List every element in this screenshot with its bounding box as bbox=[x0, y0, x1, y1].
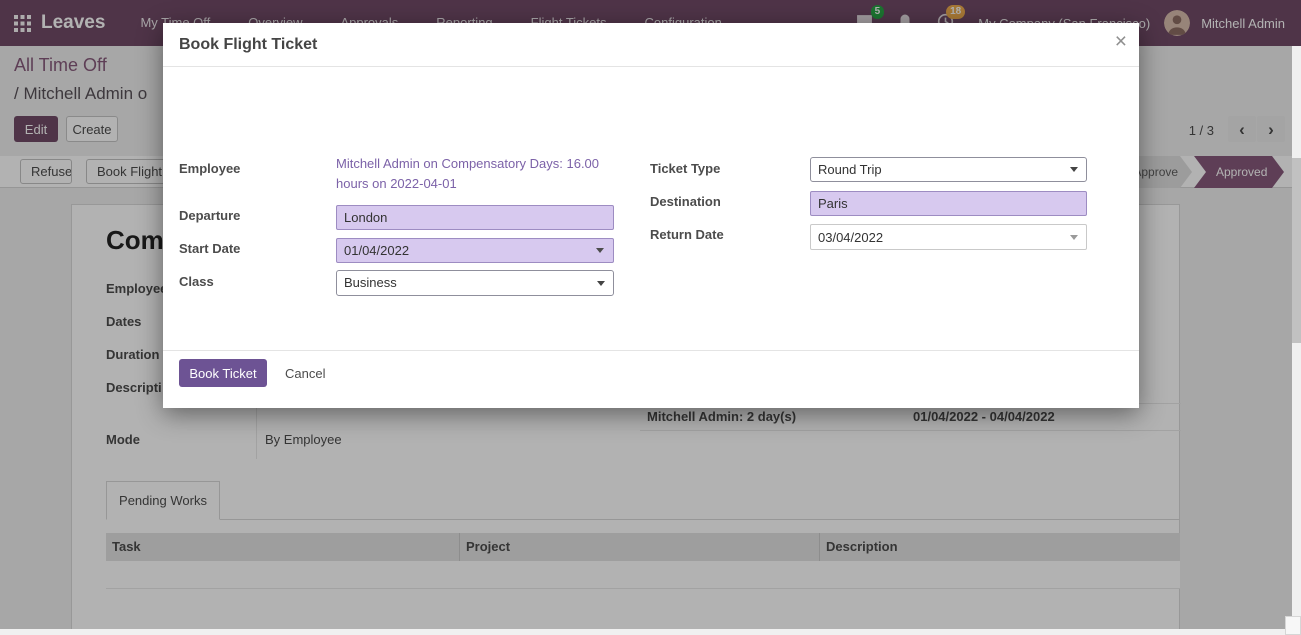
departure-input[interactable] bbox=[336, 205, 614, 230]
label-class: Class bbox=[179, 274, 214, 289]
cancel-button[interactable]: Cancel bbox=[285, 359, 325, 387]
label-destination: Destination bbox=[650, 194, 721, 209]
destination-input[interactable] bbox=[810, 191, 1087, 216]
vertical-scrollbar-thumb[interactable] bbox=[1292, 158, 1301, 343]
dialog-header-divider bbox=[163, 66, 1139, 67]
ticket-type-select-value: Round Trip bbox=[818, 162, 882, 177]
start-date-input[interactable] bbox=[336, 238, 614, 263]
class-select-value: Business bbox=[344, 275, 397, 290]
close-icon[interactable]: × bbox=[1115, 31, 1127, 52]
dialog-footer: Book Ticket Cancel bbox=[163, 350, 1139, 408]
dialog-title: Book Flight Ticket bbox=[179, 23, 317, 67]
return-date-input[interactable] bbox=[810, 224, 1087, 250]
label-departure: Departure bbox=[179, 208, 240, 223]
employee-link[interactable]: Mitchell Admin on Compensatory Days: 16.… bbox=[336, 154, 621, 194]
horizontal-scrollbar-track[interactable] bbox=[0, 629, 1292, 635]
label-return-date: Return Date bbox=[650, 227, 724, 242]
chevron-down-icon bbox=[1070, 167, 1078, 172]
ticket-type-select[interactable]: Round Trip bbox=[810, 157, 1087, 182]
book-flight-ticket-dialog: Book Flight Ticket × Employee Departure … bbox=[163, 23, 1139, 408]
label-start-date: Start Date bbox=[179, 241, 240, 256]
scrollbar-corner bbox=[1285, 616, 1301, 635]
book-ticket-button[interactable]: Book Ticket bbox=[179, 359, 267, 387]
return-date-caret-icon[interactable] bbox=[1070, 235, 1078, 240]
start-date-caret-icon[interactable] bbox=[596, 248, 604, 253]
class-select[interactable]: Business bbox=[336, 270, 614, 296]
label-modal-employee: Employee bbox=[179, 161, 240, 176]
chevron-down-icon bbox=[597, 281, 605, 286]
label-ticket-type: Ticket Type bbox=[650, 161, 720, 176]
